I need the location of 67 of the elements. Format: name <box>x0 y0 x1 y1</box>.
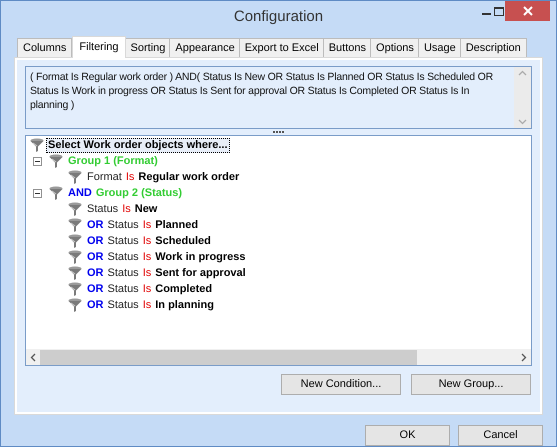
field-label: Status <box>108 266 139 281</box>
tab[interactable]: Buttons <box>322 38 372 57</box>
value-label: Scheduled <box>155 234 211 249</box>
operator-label: Is <box>122 202 131 217</box>
funnel-icon <box>68 282 82 296</box>
funnel-icon <box>49 186 63 200</box>
collapse-toggle[interactable] <box>33 156 42 166</box>
close-button[interactable] <box>505 1 550 21</box>
funnel-icon <box>49 154 63 168</box>
funnel-icon <box>68 234 82 248</box>
field-label: Status <box>108 282 139 297</box>
field-label: Status <box>108 298 139 313</box>
connector-label: AND <box>68 186 92 201</box>
tab[interactable]: Options <box>370 38 420 57</box>
value-label: Planned <box>155 218 198 233</box>
dialog-button[interactable]: Cancel <box>458 425 543 446</box>
action-button[interactable]: New Group... <box>411 374 531 395</box>
field-label: Status <box>108 234 139 249</box>
field-label: Status <box>87 202 118 217</box>
operator-label: Is <box>142 298 152 313</box>
window-title: Configuration <box>234 6 324 27</box>
value-label: New <box>134 202 158 217</box>
funnel-icon <box>68 266 82 280</box>
tab[interactable]: Sorting <box>124 38 172 57</box>
tab[interactable]: Description <box>460 38 527 57</box>
value-label: Sent for approval <box>155 266 246 281</box>
connector-label: OR <box>87 266 104 281</box>
action-button[interactable]: New Condition... <box>281 374 401 395</box>
operator-label: Is <box>142 250 152 265</box>
collapse-toggle[interactable] <box>33 188 42 198</box>
value-label: In planning <box>155 298 214 313</box>
funnel-icon <box>68 298 82 312</box>
operator-label: Is <box>142 282 152 297</box>
value-label: Regular work order <box>138 170 240 185</box>
group-label: Group 2 (Status) <box>96 186 182 201</box>
tree-root-item[interactable]: Select Work order objects where... <box>46 138 230 152</box>
operator-label: Is <box>126 170 134 185</box>
value-label: Work in progress <box>155 250 246 265</box>
field-label: Format <box>87 170 122 185</box>
funnel-icon <box>68 202 82 216</box>
operator-label: Is <box>142 234 152 249</box>
field-label: Status <box>108 250 139 265</box>
close-icon <box>522 6 532 16</box>
horizontal-scrollbar[interactable] <box>26 349 531 365</box>
operator-label: Is <box>142 218 152 233</box>
connector-label: OR <box>87 218 104 233</box>
connector-label: OR <box>87 282 104 297</box>
funnel-icon <box>68 218 82 232</box>
scrollbar-thumb[interactable] <box>40 350 417 364</box>
funnel-icon <box>68 170 82 184</box>
connector-label: OR <box>87 250 104 265</box>
operator-label: Is <box>142 266 152 281</box>
connector-label: OR <box>87 234 104 249</box>
tab[interactable]: Appearance <box>169 38 241 57</box>
tab[interactable]: Filtering <box>72 36 126 58</box>
tab[interactable]: Export to Excel <box>238 38 325 57</box>
connector-label: OR <box>87 298 104 313</box>
dialog-button[interactable]: OK <box>365 425 450 446</box>
group-label: Group 1 (Format) <box>68 154 158 169</box>
maximize-icon[interactable] <box>494 7 504 16</box>
expression-text: ( Format Is Regular work order ) AND( Status Is New OR Status Is Planned OR Status Is Scheduled OR Status Is Work in progress OR Status Is Sent for approval OR Status Is Completed OR Status Is In planning ) <box>29 70 494 113</box>
funnel-icon <box>68 250 82 264</box>
field-label: Status <box>108 218 139 233</box>
value-label: Completed <box>155 282 212 297</box>
tab[interactable]: Columns <box>17 38 72 57</box>
tab[interactable]: Usage <box>418 38 462 57</box>
funnel-icon <box>30 138 44 152</box>
